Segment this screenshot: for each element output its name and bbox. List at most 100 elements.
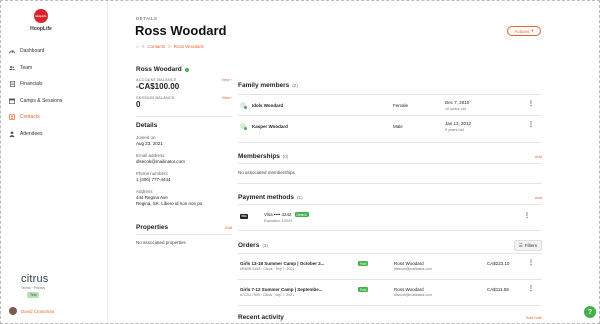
sidebar-item-team[interactable]: Team [9, 60, 105, 77]
account-balance-value: -CA$100.00 [136, 82, 180, 91]
account-balance-view-link[interactable]: View › [222, 78, 233, 82]
breadcrumb-separator: > [141, 44, 145, 49]
order-meta: #R4BR-5163 · Citrus · Sep 7, 2021 [240, 267, 295, 271]
breadcrumb-separator: > [168, 44, 171, 49]
filters-label: Filters [524, 243, 537, 248]
sidebar-item-label: Attendees [20, 130, 43, 137]
contacts-icon [9, 114, 15, 121]
orders-header: Orders (2) ☰ Filters [238, 230, 542, 251]
breadcrumb-contacts[interactable]: Contacts [147, 44, 165, 49]
properties-edit-link[interactable]: Edit [225, 225, 232, 230]
more-options-icon[interactable]: ⋮ [528, 101, 534, 107]
more-options-icon[interactable]: ⋮ [528, 260, 534, 266]
actions-label: Actions [514, 28, 530, 34]
add-note-link[interactable]: Add note [526, 315, 542, 320]
more-options-icon[interactable]: ⋮ [528, 122, 534, 128]
sidebar-item-financials[interactable]: Financials [9, 76, 105, 93]
logo-badge: HoopLife [34, 9, 48, 23]
order-meta: #7C2U-7995 · Citrus · Sep 7, 2021 [240, 293, 295, 297]
help-button[interactable]: ? [584, 306, 596, 318]
app-logo[interactable]: HoopLife HoopLife [29, 9, 53, 32]
actions-button[interactable]: Actions ▾ [507, 26, 541, 36]
status-badge: Paid [358, 287, 369, 292]
family-count: (2) [292, 82, 298, 88]
orders-heading: Orders [238, 242, 260, 249]
status-badge: Paid [358, 261, 369, 266]
order-row[interactable]: Girls 13-18 Summer Camp | October 2... #… [238, 253, 542, 279]
dashboard-icon [9, 48, 15, 54]
phone-field: Phone numbers 1 (306) 777-4444 [136, 171, 232, 183]
order-customer-email: dlsecok@mailinator.com [394, 267, 432, 271]
logo-text: HoopLife [30, 26, 52, 32]
memberships-heading: Memberships [238, 153, 280, 160]
home-icon[interactable]: ⌂ [136, 44, 139, 49]
order-amount: CA$111.55 [487, 287, 509, 292]
breadcrumb-current: Ross Woodard [173, 44, 204, 49]
footer-links[interactable]: Terms · Privacy [21, 286, 45, 290]
sidebar-item-dashboard[interactable]: Dashboard [9, 43, 105, 60]
account-balance: ACCOUNT BALANCE -CA$100.00 View › [136, 78, 232, 91]
memberships-empty-text: No associated memberships [238, 163, 542, 181]
member-dob-date: Jan 13, 2012 [445, 121, 472, 126]
environment-badge: Test [27, 292, 40, 298]
member-avatar-icon [240, 123, 247, 130]
properties-header: Properties Edit [136, 224, 232, 235]
sidebar-item-camps-sessions[interactable]: Camps & Sessions [9, 93, 105, 110]
section-label: DETAILS [136, 16, 158, 21]
sidebar-item-attendees[interactable]: Attendees [9, 126, 105, 143]
sidebar: HoopLife HoopLife Dashboard Team Financi… [1, 1, 108, 323]
profile-name-row: Ross Woodard [136, 66, 232, 73]
details-heading: Details [136, 116, 232, 129]
phone-value: 1 (306) 777-4444 [136, 177, 171, 182]
page-title: Ross Woodard [135, 23, 227, 38]
family-heading: Family members [238, 81, 290, 89]
sidebar-item-label: Dashboard [20, 48, 45, 55]
address-line-2: Regina, SK. Libero id non non po [136, 201, 203, 206]
order-customer-email: dlsecok@mailinator.com [394, 293, 432, 297]
member-age: 10 years old [445, 106, 466, 111]
memberships-count: (0) [282, 154, 289, 159]
member-dob-date: Dec 7, 2010 [445, 100, 470, 105]
team-icon [9, 65, 15, 71]
session-balance-view-link[interactable]: View › [222, 96, 233, 100]
order-title[interactable]: Girls 7-12 Summer Camp | Septembe... [240, 287, 323, 292]
payment-method-row[interactable]: VISA Visa •••• 4242 Default Expiration: … [238, 204, 542, 230]
brand-wordmark: citrus [21, 273, 49, 285]
filters-button[interactable]: ☰ Filters [513, 240, 542, 251]
memberships-header: Memberships (0) Add [238, 142, 542, 160]
sidebar-item-label: Financials [20, 81, 43, 88]
family-member-row[interactable]: Idols Woodard Female Dec 7, 2010 10 years… [238, 94, 542, 115]
session-balance-value: 0 [136, 100, 141, 109]
activity-header: Recent activity Add note [238, 305, 542, 321]
view-link-label: View [221, 96, 230, 100]
joined-field: Joined on Aug 23, 2021 [136, 135, 232, 147]
properties-empty-text: No associated properties [136, 240, 186, 245]
more-options-icon[interactable]: ⋮ [524, 213, 530, 219]
member-dob: Dec 7, 2010 10 years old [445, 100, 469, 112]
payments-add-link[interactable]: Add [535, 195, 542, 200]
sidebar-nav: Dashboard Team Financials Camps & Sessio… [9, 43, 105, 142]
member-name[interactable]: Kasper Woodard [252, 124, 288, 129]
member-name[interactable]: Idols Woodard [252, 103, 283, 108]
order-customer: Ross Woodard [394, 261, 424, 266]
order-amount: CA$223.10 [487, 261, 510, 266]
default-badge: Default [294, 212, 309, 217]
family-member-row[interactable]: Kasper Woodard Male Jan 13, 2012 9 years … [238, 115, 542, 136]
profile-name: Ross Woodard [136, 66, 182, 73]
order-row[interactable]: Girls 7-12 Summer Camp | Septembe... #7C… [238, 279, 542, 305]
sidebar-item-contacts[interactable]: Contacts [9, 109, 105, 126]
more-options-icon[interactable]: ⋮ [528, 286, 534, 292]
profile-panel: Ross Woodard ACCOUNT BALANCE -CA$100.00 … [136, 66, 232, 207]
activity-heading: Recent activity [238, 314, 284, 321]
order-title[interactable]: Girls 13-18 Summer Camp | October 2... [240, 261, 325, 266]
camps-icon [9, 98, 15, 104]
help-icon: ? [587, 308, 593, 316]
sidebar-item-label: Camps & Sessions [20, 97, 63, 104]
email-value[interactable]: dlsecok@mailinator.com [136, 159, 232, 165]
email-field: Email address dlsecok@mailinator.com [136, 153, 232, 165]
payments-header: Payment methods (1) Add [238, 183, 542, 201]
user-menu[interactable]: David Crossman [9, 307, 54, 315]
chevron-down-icon: ▾ [531, 28, 534, 33]
memberships-add-link[interactable]: Add [535, 154, 542, 159]
sidebar-item-label: Contacts [20, 114, 40, 121]
